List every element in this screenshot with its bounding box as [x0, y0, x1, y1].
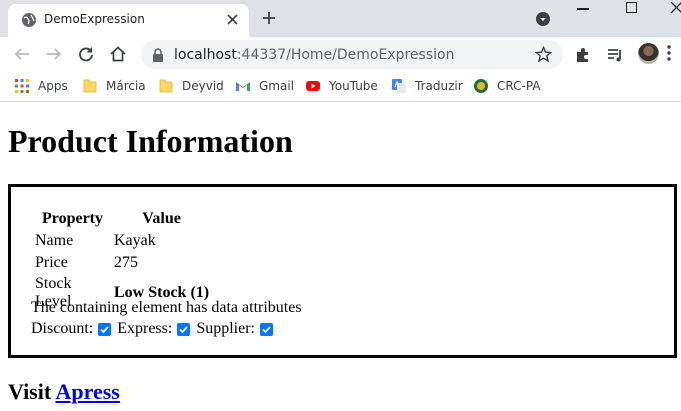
- product-table: Property Value Name Kayak Price 275 Stoc…: [33, 209, 211, 312]
- flag-checkboxes: Discount: Express: Supplier:: [31, 320, 279, 338]
- globe-icon: [22, 13, 36, 27]
- bookmark-star-icon[interactable]: [535, 46, 552, 63]
- folder-icon: [83, 79, 97, 93]
- url-host: localhost: [174, 47, 237, 63]
- supplier-checkbox[interactable]: [260, 322, 273, 336]
- crc-pa-icon: [474, 79, 488, 93]
- maximize-icon[interactable]: [626, 2, 637, 13]
- bookmark-label: Gmail: [259, 79, 295, 93]
- tab-search-icon[interactable]: [535, 11, 551, 27]
- bookmark-youtube[interactable]: YouTube: [305, 78, 378, 94]
- bookmark-label: Apps: [38, 79, 68, 93]
- bookmark-traduzir[interactable]: Traduzir: [391, 78, 463, 94]
- apps-grid-icon: [15, 79, 29, 93]
- bookmark-gmail[interactable]: Gmail: [235, 78, 294, 94]
- bookmark-crc-pa[interactable]: CRC-PA: [473, 78, 541, 94]
- value-cell: 275: [114, 254, 138, 271]
- profile-avatar[interactable]: [638, 43, 659, 64]
- url-path: :44337/Home/DemoExpression: [236, 47, 455, 63]
- back-arrow-icon[interactable]: [13, 45, 31, 63]
- express-label: Express:: [117, 320, 173, 337]
- bookmark-label: CRC-PA: [497, 79, 541, 93]
- property-cell: Price: [35, 254, 68, 271]
- property-cell: Name: [35, 232, 74, 249]
- bookmarks-bar: Apps Márcia Deyvid Gmail YouTube Traduzi…: [0, 71, 681, 102]
- visit-line: Visit Apress: [8, 379, 120, 405]
- browser-menu-icon[interactable]: [667, 45, 671, 61]
- close-tab-icon[interactable]: [227, 14, 238, 25]
- minimize-icon[interactable]: [577, 8, 589, 10]
- window-close-icon[interactable]: [670, 2, 681, 14]
- youtube-icon: [306, 81, 320, 91]
- extensions-puzzle-icon[interactable]: [574, 46, 592, 64]
- browser-tab[interactable]: DemoExpression: [8, 4, 249, 37]
- url-text: localhost:44337/Home/DemoExpression: [174, 47, 454, 63]
- address-bar[interactable]: localhost:44337/Home/DemoExpression: [141, 40, 563, 69]
- tab-title: DemoExpression: [44, 12, 145, 26]
- bookmark-label: Márcia: [106, 79, 146, 93]
- page-content: Product Information Property Value Name …: [0, 103, 681, 411]
- discount-checkbox[interactable]: [98, 322, 112, 336]
- table-row: Price 275: [33, 252, 211, 274]
- table-row: Name Kayak: [33, 230, 211, 252]
- forward-arrow-icon[interactable]: [45, 45, 63, 63]
- bookmark-label: Deyvid: [182, 79, 224, 93]
- page-title: Product Information: [8, 123, 293, 159]
- visit-prefix: Visit: [8, 379, 52, 404]
- gmail-icon: [236, 82, 250, 91]
- bookmark-apps[interactable]: Apps: [14, 78, 68, 94]
- google-translate-icon: [392, 79, 406, 93]
- express-checkbox[interactable]: [177, 322, 191, 336]
- apress-link[interactable]: Apress: [55, 379, 119, 404]
- home-icon[interactable]: [109, 45, 127, 63]
- reading-list-icon[interactable]: [606, 46, 624, 64]
- bookmark-label: YouTube: [329, 79, 378, 93]
- column-header-property: Property: [41, 210, 103, 227]
- discount-label: Discount:: [31, 320, 94, 337]
- value-cell: Kayak: [114, 232, 156, 249]
- lock-icon[interactable]: [152, 48, 164, 62]
- product-container: Property Value Name Kayak Price 275 Stoc…: [8, 184, 677, 358]
- table-header-row: Property Value: [33, 209, 211, 230]
- folder-icon: [159, 79, 173, 93]
- bookmark-marcia[interactable]: Márcia: [82, 78, 146, 94]
- supplier-label: Supplier:: [196, 320, 255, 337]
- bookmark-label: Traduzir: [415, 79, 463, 93]
- reload-icon[interactable]: [77, 45, 95, 63]
- bookmark-deyvid[interactable]: Deyvid: [158, 78, 224, 94]
- new-tab-icon[interactable]: [262, 11, 276, 25]
- column-header-value: Value: [142, 210, 181, 227]
- tab-strip: DemoExpression: [0, 0, 681, 37]
- data-attributes-note: The containing element has data attribut…: [31, 299, 302, 316]
